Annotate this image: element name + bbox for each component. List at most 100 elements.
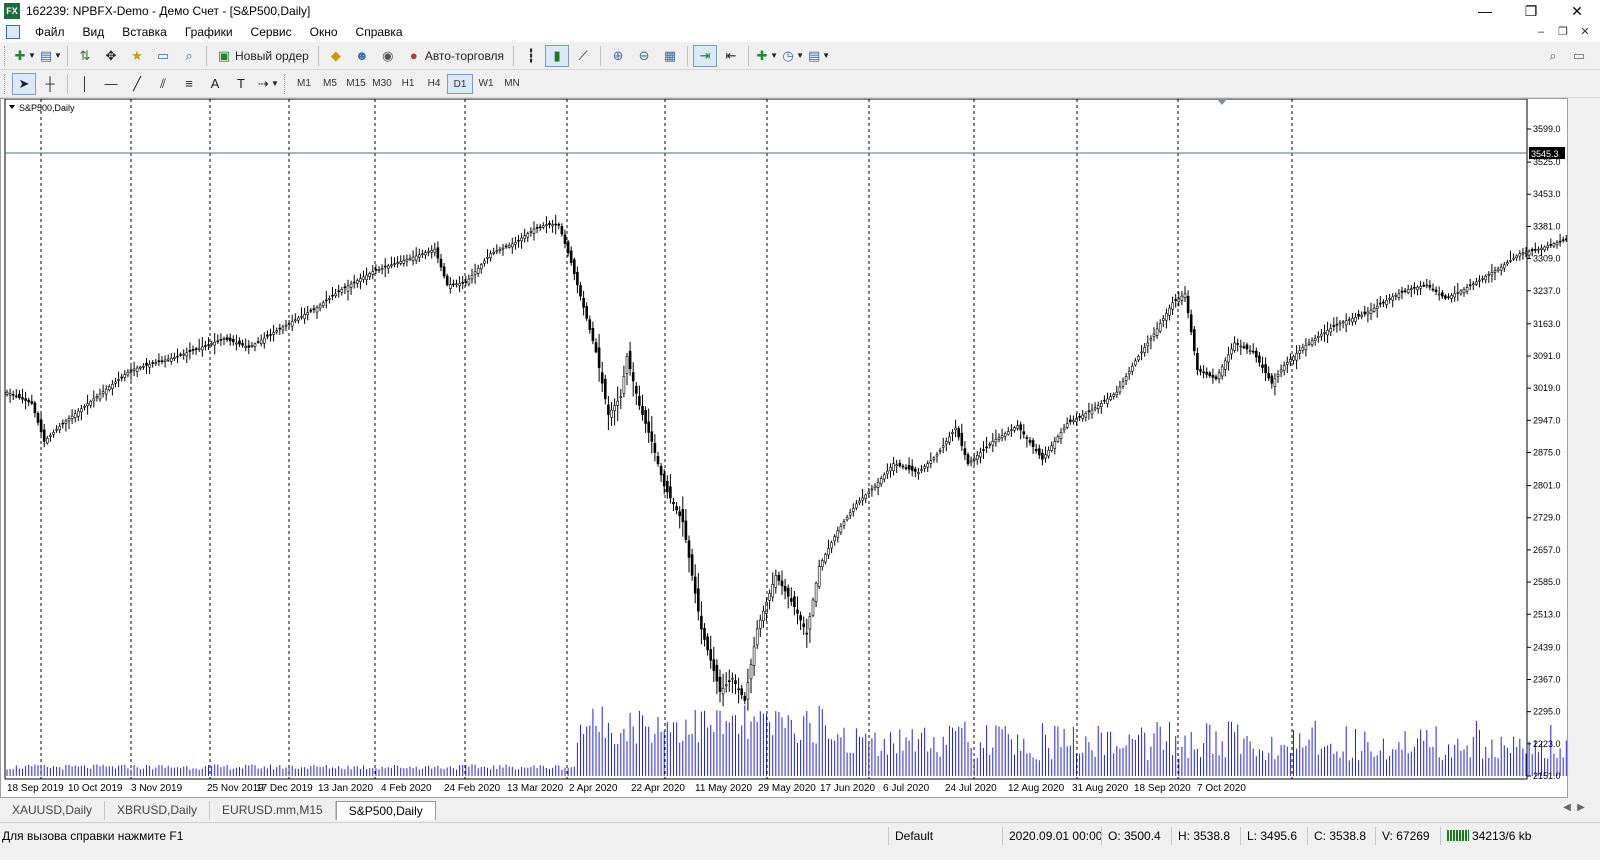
cursor-button[interactable]: ➤ xyxy=(12,72,36,95)
candle-body xyxy=(235,342,238,345)
horizontal-line-button[interactable]: — xyxy=(99,73,123,95)
candle-body xyxy=(163,359,167,362)
candle-body xyxy=(458,283,461,286)
timeframe-m15[interactable]: M15 xyxy=(343,74,369,94)
candle-body xyxy=(117,379,120,381)
candle-body xyxy=(607,404,610,415)
timeframe-h4[interactable]: H4 xyxy=(421,74,447,94)
timeframe-d1[interactable]: D1 xyxy=(447,73,473,94)
periods-button[interactable]: ◷ ▼ xyxy=(780,45,804,67)
menu-item-0[interactable]: Файл xyxy=(26,22,74,42)
candle-body xyxy=(941,445,945,448)
candle-body xyxy=(501,247,505,250)
terminal-button[interactable]: ▭ xyxy=(151,45,175,67)
crosshair-button[interactable]: ┼ xyxy=(38,73,62,95)
timeframe-w1[interactable]: W1 xyxy=(473,74,499,94)
timeframe-m30[interactable]: M30 xyxy=(369,74,395,94)
menu-item-3[interactable]: Графики xyxy=(176,22,242,42)
mdi-restore-button[interactable]: ❐ xyxy=(1552,22,1574,42)
navigator-icon: ★ xyxy=(131,47,143,63)
timeframe-mn[interactable]: MN xyxy=(499,74,525,94)
status-traffic[interactable]: 34213/6 kb xyxy=(1440,827,1540,845)
chat-button[interactable]: ▭ xyxy=(1567,45,1591,67)
zoom-in-button[interactable]: ⊕ xyxy=(606,45,630,67)
signals-icon: ☻ xyxy=(354,48,369,63)
new-chart-button[interactable]: ✚ ▼ xyxy=(12,45,36,67)
zoom-out-button[interactable]: ⊖ xyxy=(632,45,656,67)
candle-body xyxy=(1537,248,1540,251)
y-tick-label: 3599.0 xyxy=(1533,124,1561,134)
line-chart-button[interactable]: ⟋ xyxy=(571,45,595,67)
timeframe-h1[interactable]: H1 xyxy=(395,74,421,94)
price-chart[interactable]: 18 Sep 2019 10 Oct 2019 3 Nov 2019 25 Nov 2… xyxy=(1,99,1567,797)
candle-body xyxy=(139,366,142,369)
menu-item-2[interactable]: Вставка xyxy=(113,22,176,42)
candle-body xyxy=(625,356,629,374)
new-order-button[interactable]: ▣ Новый ордер xyxy=(212,45,313,67)
arrows-icon: ⇢ xyxy=(257,75,269,91)
autotrading-button[interactable]: ● Авто-торговля xyxy=(402,45,508,67)
indicators-button[interactable]: ✚ ▼ xyxy=(754,45,778,67)
bar-chart-button[interactable]: ┇ xyxy=(519,45,543,67)
menu-item-5[interactable]: Окно xyxy=(301,22,347,42)
candle-body xyxy=(1468,284,1472,287)
search-button[interactable]: ⌕ xyxy=(1541,45,1565,67)
fibonacci-button[interactable]: ≡ xyxy=(177,73,201,95)
candlestick-button[interactable]: ▮ xyxy=(545,44,570,67)
menu-item-4[interactable]: Сервис xyxy=(242,22,301,42)
tab-scroll-left-icon[interactable]: ◀ xyxy=(1560,802,1574,813)
tile-windows-button[interactable]: ▦ xyxy=(658,45,682,67)
data-window-button[interactable]: ✥ xyxy=(99,45,123,67)
candle-body xyxy=(328,298,331,300)
chart-window[interactable]: 18 Sep 2019 10 Oct 2019 3 Nov 2019 25 Nov 2… xyxy=(0,98,1568,798)
vps-button[interactable]: ◉ xyxy=(376,45,400,67)
candle-body xyxy=(634,385,638,394)
close-button[interactable]: ✕ xyxy=(1554,0,1600,22)
metaeditor-button[interactable]: ◆ xyxy=(324,45,348,67)
vertical-line-button[interactable]: │ xyxy=(73,73,97,95)
candle-body xyxy=(1379,302,1382,305)
candle-body xyxy=(380,267,384,270)
menu-item-1[interactable]: Вид xyxy=(74,22,114,42)
timeframe-m1[interactable]: M1 xyxy=(291,74,317,94)
candle-body xyxy=(1403,290,1407,293)
templates-button[interactable]: ▤ ▼ xyxy=(806,45,830,67)
channel-button[interactable]: ⫽ xyxy=(151,73,175,95)
chart-shift-button[interactable]: ⇤ xyxy=(719,45,743,67)
chart-tab-3[interactable]: S&P500,Daily xyxy=(335,801,436,820)
arrows-button[interactable]: ⇢ ▼ xyxy=(255,73,279,95)
candle-body xyxy=(799,615,802,621)
text-label-button[interactable]: T xyxy=(229,73,253,95)
trendline-button[interactable]: ╱ xyxy=(125,73,149,95)
candle-body xyxy=(796,609,799,614)
candle-body xyxy=(693,576,697,594)
candle-body xyxy=(1053,441,1057,449)
tab-scroll-right-icon[interactable]: ▶ xyxy=(1574,802,1588,813)
mdi-minimize-button[interactable]: – xyxy=(1530,22,1552,42)
market-watch-button[interactable]: ⇅ xyxy=(73,45,97,67)
autoscroll-button[interactable]: ⇥ xyxy=(693,44,718,67)
chart-tab-1[interactable]: XBRUSD,Daily xyxy=(105,801,211,820)
candle-body xyxy=(1189,314,1193,333)
candle-body xyxy=(157,360,161,363)
y-tick-label: 2223.0 xyxy=(1533,739,1561,749)
candle-body xyxy=(201,346,204,351)
signals-button[interactable]: ☻ xyxy=(350,45,374,67)
navigator-button[interactable]: ★ xyxy=(125,45,149,67)
mdi-close-button[interactable]: ✕ xyxy=(1574,22,1596,42)
candle-body xyxy=(613,405,616,411)
profiles-button[interactable]: ▤ ▼ xyxy=(38,45,62,67)
menu-item-6[interactable]: Справка xyxy=(347,22,412,42)
candle-body xyxy=(594,342,598,353)
chart-window-icon[interactable] xyxy=(6,25,20,39)
status-profile[interactable]: Default xyxy=(888,827,1000,845)
candle-body xyxy=(1512,257,1515,260)
minimize-button[interactable]: — xyxy=(1462,0,1508,22)
strategy-tester-button[interactable]: ⌕ xyxy=(177,45,201,67)
timeframe-m5[interactable]: M5 xyxy=(317,74,343,94)
text-button[interactable]: A xyxy=(203,73,227,95)
chart-tab-2[interactable]: EURUSD.mm,M15 xyxy=(210,801,336,820)
maximize-button[interactable]: ❐ xyxy=(1508,0,1554,22)
chart-tab-0[interactable]: XAUUSD,Daily xyxy=(0,801,106,820)
standard-toolbar: ✚ ▼ ▤ ▼ ⇅ ✥ ★ ▭ ⌕ ▣ Новый ордер ◆ ☻ ◉ ● Авто… xyxy=(0,42,1600,70)
